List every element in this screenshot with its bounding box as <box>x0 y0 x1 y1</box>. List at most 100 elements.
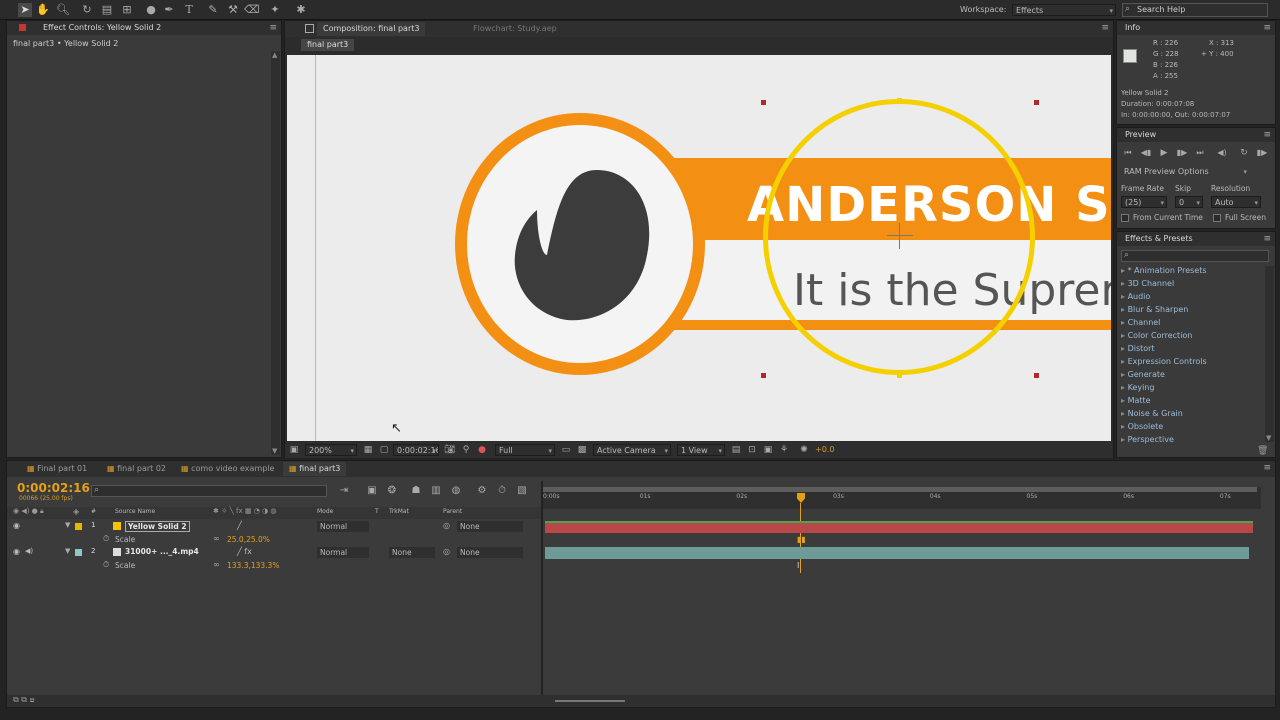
effects-category-item[interactable]: Generate <box>1121 370 1165 379</box>
zoom-tool-icon[interactable]: 🔍︎ <box>56 3 70 17</box>
puppet-tool-icon[interactable]: ✱ <box>294 3 308 17</box>
fx-switch-icon[interactable]: ╱ <box>237 521 242 530</box>
workspace-dropdown[interactable]: Effects <box>1012 4 1116 16</box>
draft-3d-icon[interactable]: ❂ <box>385 484 399 498</box>
effects-category-item[interactable]: Matte <box>1121 396 1151 405</box>
resolution-preview-dropdown[interactable]: Auto <box>1211 196 1261 208</box>
fast-previews-icon[interactable]: ▭ <box>559 443 573 457</box>
timeline-icon[interactable]: ▣ <box>761 443 775 457</box>
mute-audio-icon[interactable]: ◀) <box>1215 146 1229 160</box>
next-frame-icon[interactable]: ▮▶ <box>1175 146 1189 160</box>
composition-viewer[interactable]: ANDERSON S It is the Suprer ↖ <box>287 55 1111 441</box>
fast-previews-2-icon[interactable]: ⊡ <box>745 443 759 457</box>
loop-icon[interactable]: ↻ <box>1237 146 1251 160</box>
parent-dropdown[interactable]: None <box>457 521 523 532</box>
flowchart-icon[interactable]: ⚘ <box>777 443 791 457</box>
motion-blur-icon[interactable]: ◍ <box>449 484 463 498</box>
magnification-dropdown[interactable]: 200% <box>305 444 357 456</box>
tab-timeline-comp[interactable]: ▦ final part3 <box>283 462 347 476</box>
audio-icon[interactable]: ◀) <box>25 547 33 555</box>
shape-tool-icon[interactable]: ● <box>144 3 158 17</box>
effects-category-item[interactable]: Keying <box>1121 383 1155 392</box>
panel-menu-icon[interactable]: ≡ <box>1263 130 1271 140</box>
search-help-field[interactable]: ⌕ Search Help <box>1122 3 1268 17</box>
timeline-search-field[interactable]: ⌕ <box>91 485 327 497</box>
effects-category-item[interactable]: Blur & Sharpen <box>1121 305 1189 314</box>
frame-rate-dropdown[interactable]: (25) <box>1121 196 1167 208</box>
parent-dropdown[interactable]: None <box>457 547 523 558</box>
constrain-proportions-icon[interactable]: ∞ <box>213 560 220 569</box>
transform-handle[interactable] <box>1034 100 1039 105</box>
selection-tool-icon[interactable]: ➤ <box>18 3 32 17</box>
ram-preview-options-dropdown[interactable]: RAM Preview Options <box>1121 166 1249 178</box>
scale-value[interactable]: 133.3,133.3% <box>227 561 279 570</box>
toggle-pixel-aspect-icon[interactable]: ▤ <box>729 443 743 457</box>
effects-category-item[interactable]: Distort <box>1121 344 1155 353</box>
effects-category-item[interactable]: Channel <box>1121 318 1161 327</box>
always-preview-icon[interactable]: ▣ <box>287 443 301 457</box>
twirl-icon[interactable]: ▼ <box>65 521 70 529</box>
tab-info[interactable]: Info <box>1119 21 1146 35</box>
scale-property-row[interactable]: ⏱ Scale ∞ 25.0,25.0% <box>7 534 541 546</box>
first-frame-icon[interactable]: ⏮ <box>1121 146 1135 160</box>
effects-category-item[interactable]: Perspective <box>1121 435 1174 444</box>
scroll-down-icon[interactable]: ▼ <box>272 447 277 455</box>
panel-menu-icon[interactable]: ≡ <box>1263 463 1271 473</box>
trkmat-dropdown[interactable]: None <box>389 547 435 558</box>
camera-dropdown[interactable]: Active Camera <box>593 444 671 456</box>
text-tool-icon[interactable]: T <box>182 3 196 17</box>
fx-switch-icon[interactable]: ╱ fx <box>237 547 252 556</box>
transform-handle[interactable] <box>1034 373 1039 378</box>
tab-timeline-comp[interactable]: ▦ como video example <box>175 462 280 476</box>
snapshot-icon[interactable]: 📷︎ <box>443 443 457 457</box>
roto-brush-tool-icon[interactable]: ✦ <box>268 3 282 17</box>
hand-tool-icon[interactable]: ✋ <box>36 3 50 17</box>
work-area-bar[interactable] <box>543 487 1257 492</box>
eye-icon[interactable]: ◉ <box>13 521 20 530</box>
pen-tool-icon[interactable]: ✒ <box>162 3 176 17</box>
pickwhip-icon[interactable]: ◎ <box>443 521 450 530</box>
tab-preview[interactable]: Preview <box>1119 128 1162 142</box>
scale-property-row[interactable]: ⏱ Scale ∞ 133.3,133.3% <box>7 560 541 572</box>
time-ruler[interactable]: 0:00s 01s 02s 03s 04s 05s 06s 07s <box>543 487 1261 509</box>
pan-behind-tool-icon[interactable]: ⊞ <box>120 3 134 17</box>
layer-duration-bar[interactable] <box>545 521 1253 533</box>
transform-handle[interactable] <box>897 373 902 378</box>
comp-mini-flowchart-icon[interactable]: ⇥ <box>337 484 351 498</box>
constrain-proportions-icon[interactable]: ∞ <box>213 534 220 543</box>
region-of-interest-icon[interactable]: ▢ <box>377 443 391 457</box>
from-current-time-checkbox[interactable] <box>1121 214 1129 222</box>
pickwhip-icon[interactable]: ◎ <box>443 547 450 556</box>
effects-category-item[interactable]: Audio <box>1121 292 1151 301</box>
panel-menu-icon[interactable]: ≡ <box>1263 234 1271 244</box>
layer-name[interactable]: Yellow Solid 2 <box>125 521 190 532</box>
scroll-down-icon[interactable]: ▼ <box>1266 434 1271 442</box>
panel-menu-icon[interactable]: ≡ <box>1101 23 1109 33</box>
scroll-up-icon[interactable]: ▲ <box>272 51 277 59</box>
exposure-value[interactable]: +0.0 <box>815 445 834 454</box>
play-icon[interactable]: ▶ <box>1157 146 1171 160</box>
show-snapshot-icon[interactable]: ⚲ <box>459 443 473 457</box>
effects-category-item[interactable]: Noise & Grain <box>1121 409 1183 418</box>
effects-search-field[interactable]: ⌕ <box>1121 250 1269 262</box>
layer-row[interactable]: ◉ ▼ 1 Yellow Solid 2 ╱ Normal ◎ None <box>7 521 541 533</box>
resolution-dropdown[interactable]: Full <box>495 444 555 456</box>
effects-category-item[interactable]: 3D Channel <box>1121 279 1175 288</box>
label-color-swatch[interactable] <box>75 523 82 530</box>
zoom-slider[interactable] <box>555 700 625 702</box>
effects-category-item[interactable]: Color Correction <box>1121 331 1193 340</box>
tab-effects-presets[interactable]: Effects & Presets <box>1119 232 1199 246</box>
effects-category-item[interactable]: * Animation Presets <box>1121 266 1207 275</box>
tab-timeline-comp[interactable]: ▦ final part 02 <box>101 462 172 476</box>
trash-icon[interactable]: 🗑︎ <box>1257 446 1268 456</box>
tab-composition[interactable]: Composition: final part3 <box>317 22 426 36</box>
last-frame-icon[interactable]: ⏭ <box>1193 146 1207 160</box>
graph-editor-icon[interactable]: ▧ <box>515 484 529 498</box>
keyframe-icon[interactable]: I <box>797 561 799 570</box>
previous-frame-icon[interactable]: ◀▮ <box>1139 146 1153 160</box>
label-color-swatch[interactable] <box>75 549 82 556</box>
stopwatch-icon[interactable]: ⏱ <box>103 534 109 544</box>
color-channel-icon[interactable]: ● <box>475 443 489 457</box>
current-time-display[interactable]: 0:00:02:16 <box>393 444 439 456</box>
exposure-icon[interactable]: ✺ <box>797 443 811 457</box>
